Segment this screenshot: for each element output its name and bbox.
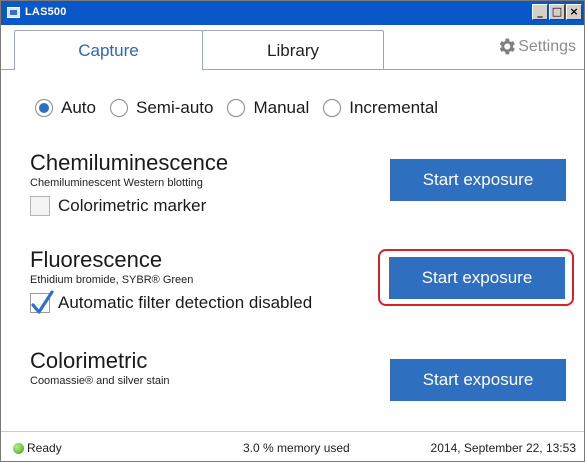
memory-usage: 3.0 % memory used <box>243 441 350 455</box>
filter-detection-option[interactable]: Automatic filter detection disabled <box>30 290 313 314</box>
chemiluminescence-start-exposure-button[interactable]: Start exposure <box>390 159 566 201</box>
checkmark-icon <box>31 290 54 314</box>
window-controls: _ □ × <box>532 4 582 21</box>
section-title: Colorimetric <box>30 348 148 373</box>
status-bar: Ready 3.0 % memory used 2014, September … <box>1 431 584 461</box>
colorimetric-marker-label: Colorimetric marker <box>58 196 207 215</box>
colorimetric-marker-checkbox[interactable] <box>30 196 50 216</box>
section-subtitle: Ethidium bromide, SYBR® Green <box>30 274 194 286</box>
status-datetime: 2014, September 22, 13:53 <box>430 441 576 455</box>
mode-semi-auto-label: Semi-auto <box>135 98 214 117</box>
fluorescence-start-exposure-button[interactable]: Start exposure <box>389 257 565 299</box>
exposure-mode-group: Auto Semi-auto Manual Incremental <box>35 98 452 118</box>
tab-library[interactable]: Library <box>202 30 384 70</box>
ready-indicator-icon <box>13 442 24 454</box>
window-title: LAS500 <box>25 6 67 18</box>
close-button[interactable]: × <box>566 4 582 20</box>
mode-manual-label: Manual <box>253 98 310 117</box>
colorimetric-marker-option[interactable]: Colorimetric marker <box>30 196 228 216</box>
mode-auto[interactable]: Auto <box>35 98 96 118</box>
app-icon <box>7 7 20 18</box>
filter-detection-checkbox[interactable] <box>30 290 54 314</box>
colorimetric-start-exposure-button[interactable]: Start exposure <box>390 359 566 401</box>
mode-auto-label: Auto <box>61 98 96 117</box>
section-title: Chemiluminescence <box>30 150 229 175</box>
radio-semi-auto[interactable] <box>109 99 128 117</box>
section-subtitle: Chemiluminescent Western blotting <box>30 177 203 189</box>
section-title: Fluorescence <box>30 247 163 272</box>
tab-bar: Capture Library Settings <box>1 25 584 70</box>
maximize-button[interactable]: □ <box>549 4 565 20</box>
title-bar[interactable]: LAS500 _ □ × <box>1 1 584 25</box>
section-subtitle: Coomassie® and silver stain <box>30 375 170 387</box>
radio-auto[interactable] <box>35 99 53 117</box>
tab-capture[interactable]: Capture <box>14 30 203 70</box>
settings-label: Settings <box>518 37 576 55</box>
gear-icon <box>499 38 515 55</box>
status-text: Ready <box>27 441 62 455</box>
status-ready: Ready <box>13 441 62 455</box>
mode-manual[interactable]: Manual <box>227 98 309 118</box>
radio-incremental[interactable] <box>323 99 342 117</box>
mode-semi-auto[interactable]: Semi-auto <box>109 98 214 118</box>
section-fluorescence: Fluorescence Ethidium bromide, SYBR® Gre… <box>30 247 313 314</box>
minimize-button[interactable]: _ <box>532 4 548 20</box>
settings-button[interactable]: Settings <box>496 36 576 57</box>
radio-manual[interactable] <box>227 99 246 117</box>
section-colorimetric: Colorimetric Coomassie® and silver stain <box>30 348 170 388</box>
mode-incremental[interactable]: Incremental <box>323 98 438 118</box>
section-chemiluminescence: Chemiluminescence Chemiluminescent Weste… <box>30 151 228 216</box>
mode-incremental-label: Incremental <box>349 98 439 117</box>
filter-detection-label: Automatic filter detection disabled <box>58 293 313 312</box>
app-window: LAS500 _ □ × Capture Library Settings Au… <box>0 0 585 462</box>
